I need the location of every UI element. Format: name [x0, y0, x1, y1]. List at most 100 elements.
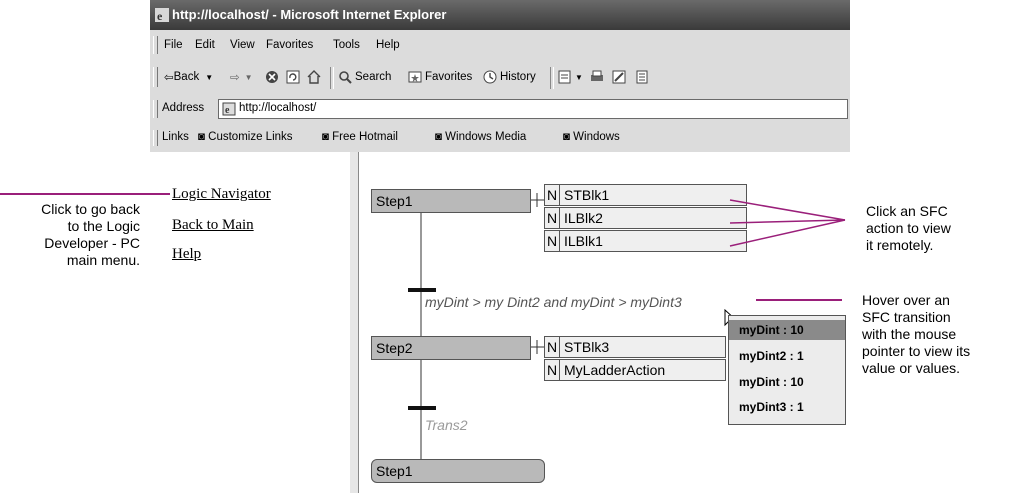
- favorites-button[interactable]: Favorites: [408, 70, 472, 84]
- tooltip-value: myDint : 10: [739, 375, 804, 389]
- link-label: Customize Links: [208, 131, 293, 143]
- action-name: MyLadderAction: [564, 362, 666, 378]
- menu-edit[interactable]: Edit: [195, 39, 215, 51]
- navigation-frame: Logic Navigator Back to Main Help: [150, 152, 351, 493]
- page-icon: e: [222, 102, 236, 116]
- tooltip-value: myDint3 : 1: [739, 400, 804, 414]
- callout-line-text: Click an SFC: [866, 203, 948, 219]
- toolbar-grip[interactable]: [153, 36, 158, 54]
- sfc-transition-label[interactable]: myDint > my Dint2 and myDint > myDint3: [425, 294, 682, 310]
- callout-click-action: Click an SFC action to view it remotely.: [866, 203, 1014, 254]
- step-label: Step2: [376, 340, 413, 356]
- sfc-action[interactable]: N STBlk3: [544, 336, 726, 358]
- toolbar-grip[interactable]: [153, 67, 158, 87]
- search-button[interactable]: Search: [338, 70, 391, 84]
- favorites-label: Favorites: [425, 71, 473, 83]
- action-qualifier: N: [545, 360, 560, 380]
- action-name: ILBlk1: [564, 233, 603, 249]
- toolbar-separator: [330, 67, 334, 89]
- forward-arrow-icon: ⇨: [230, 72, 240, 84]
- nav-logic-navigator[interactable]: Logic Navigator: [172, 186, 271, 203]
- favorites-icon: [408, 71, 422, 83]
- history-button[interactable]: History: [483, 70, 536, 84]
- toolbar-separator: [550, 67, 554, 89]
- toolbar-grip[interactable]: [153, 130, 158, 146]
- frame-divider[interactable]: [350, 152, 359, 493]
- link-label: Free Hotmail: [332, 131, 398, 143]
- action-name: STBlk3: [564, 339, 610, 355]
- back-label: Back: [173, 71, 200, 83]
- callout-go-back: Click to go back to the Logic Developer …: [0, 201, 140, 269]
- callout-line-text: with the mouse: [862, 326, 957, 342]
- back-button[interactable]: ⇦ Back ▼: [164, 70, 213, 84]
- callout-line-text: value or values.: [862, 360, 961, 376]
- back-arrow-icon: ⇦: [164, 72, 174, 84]
- stop-button[interactable]: [265, 70, 282, 84]
- callout-line-text: SFC transition: [862, 309, 951, 325]
- home-button[interactable]: [307, 70, 324, 84]
- link-free-hotmail[interactable]: ◙ Free Hotmail: [322, 131, 398, 143]
- menu-file[interactable]: File: [164, 39, 183, 51]
- toolbar-grip[interactable]: [153, 100, 158, 118]
- links-label: Links: [162, 131, 189, 143]
- discuss-button[interactable]: [635, 70, 652, 84]
- link-windows-media[interactable]: ◙ Windows Media: [435, 131, 526, 143]
- edit-button[interactable]: [612, 70, 629, 84]
- link-label: Windows: [573, 131, 620, 143]
- document-icon: [636, 70, 648, 84]
- sfc-step[interactable]: Step2: [371, 336, 531, 360]
- address-value: http://localhost/: [239, 102, 317, 114]
- menu-view[interactable]: View: [230, 39, 255, 51]
- link-label: Windows Media: [445, 131, 527, 143]
- link-windows[interactable]: ◙ Windows: [563, 131, 620, 143]
- link-customize-links[interactable]: ◙ Customize Links: [198, 131, 293, 143]
- home-icon: [307, 70, 321, 84]
- page-icon: ◙: [322, 131, 329, 143]
- mail-button[interactable]: ▼: [558, 70, 583, 84]
- callout-line-text: Hover over an: [862, 292, 950, 308]
- action-name: ILBlk2: [564, 210, 603, 226]
- sfc-action[interactable]: N ILBlk1: [544, 230, 747, 252]
- browser-window: e http://localhost/ - Microsoft Internet…: [150, 0, 850, 493]
- page-icon: ◙: [198, 131, 205, 143]
- standard-toolbar: ⇦ Back ▼ ⇨ ▼ Search Favorites History ▼: [150, 61, 850, 95]
- address-label: Address: [162, 102, 205, 114]
- search-icon: [339, 71, 352, 84]
- sfc-action[interactable]: N ILBlk2: [544, 207, 747, 229]
- action-qualifier: N: [545, 208, 560, 228]
- sfc-step[interactable]: Step1: [371, 459, 545, 483]
- step-label: Step1: [376, 193, 413, 209]
- menu-favorites[interactable]: Favorites: [266, 39, 313, 51]
- forward-button[interactable]: ⇨ ▼: [230, 70, 253, 84]
- step-label: Step1: [376, 463, 413, 479]
- svg-text:e: e: [225, 105, 230, 116]
- refresh-button[interactable]: [286, 70, 303, 84]
- action-qualifier: N: [545, 185, 560, 205]
- sfc-action[interactable]: N MyLadderAction: [544, 359, 726, 381]
- ie-logo-icon: e: [155, 8, 169, 23]
- address-bar: Address e http://localhost/: [150, 94, 850, 125]
- page-icon: ◙: [435, 131, 442, 143]
- menu-bar: File Edit View Favorites Tools Help: [150, 30, 850, 62]
- chevron-down-icon: ▼: [244, 72, 253, 82]
- nav-back-to-main[interactable]: Back to Main: [172, 217, 254, 234]
- action-name: STBlk1: [564, 187, 610, 203]
- sfc-action[interactable]: N STBlk1: [544, 184, 747, 206]
- address-input[interactable]: e http://localhost/: [218, 99, 848, 119]
- window-title: http://localhost/ - Microsoft Internet E…: [172, 7, 447, 22]
- callout-line-text: main menu.: [66, 252, 140, 268]
- action-qualifier: N: [545, 337, 560, 357]
- search-label: Search: [355, 71, 392, 83]
- sfc-step[interactable]: Step1: [371, 189, 531, 213]
- transition-value-tooltip: myDint : 10 myDint2 : 1 myDint : 10 myDi…: [728, 315, 846, 425]
- print-icon: [591, 70, 603, 81]
- menu-tools[interactable]: Tools: [333, 39, 360, 51]
- menu-help[interactable]: Help: [376, 39, 400, 51]
- callout-hover-transition: Hover over an SFC transition with the mo…: [862, 292, 1014, 377]
- print-button[interactable]: [590, 70, 607, 84]
- sfc-transition-label[interactable]: Trans2: [425, 417, 468, 433]
- callout-line-text: to the Logic: [67, 218, 140, 234]
- refresh-icon: [286, 70, 300, 84]
- nav-help[interactable]: Help: [172, 246, 201, 263]
- history-icon: [483, 70, 497, 84]
